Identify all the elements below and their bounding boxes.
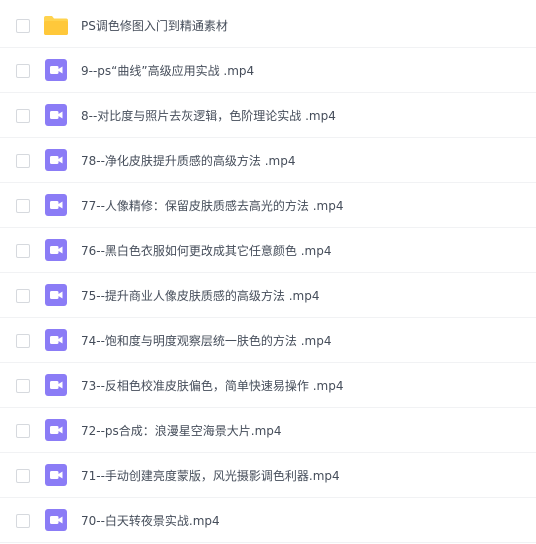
row-checkbox[interactable] <box>16 109 30 123</box>
row-checkbox[interactable] <box>16 514 30 528</box>
video-file-icon <box>45 464 67 486</box>
file-name[interactable]: 9--ps“曲线”高级应用实战 .mp4 <box>81 61 254 81</box>
video-file-icon <box>45 374 67 396</box>
video-file-icon <box>45 194 67 216</box>
video-file-icon <box>45 509 67 531</box>
row-checkbox[interactable] <box>16 424 30 438</box>
row-checkbox[interactable] <box>16 64 30 78</box>
list-item[interactable]: 8--对比度与照片去灰逻辑，色阶理论实战 .mp4 <box>0 93 536 138</box>
list-item[interactable]: 73--反相色校准皮肤偏色，简单快速易操作 .mp4 <box>0 363 536 408</box>
file-name[interactable]: 74--饱和度与明度观察层统一肤色的方法 .mp4 <box>81 331 332 351</box>
list-item[interactable]: 72--ps合成：浪漫星空海景大片.mp4 <box>0 408 536 453</box>
list-item[interactable]: 76--黑白色衣服如何更改成其它任意颜色 .mp4 <box>0 228 536 273</box>
video-file-icon <box>45 329 67 351</box>
video-file-icon <box>45 419 67 441</box>
file-name[interactable]: 72--ps合成：浪漫星空海景大片.mp4 <box>81 421 282 441</box>
file-list: PS调色修图入门到精通素材 9--ps“曲线”高级应用实战 .mp4 8--对比… <box>0 0 536 544</box>
list-item[interactable]: 77--人像精修：保留皮肤质感去高光的方法 .mp4 <box>0 183 536 228</box>
video-file-icon <box>45 149 67 171</box>
row-checkbox[interactable] <box>16 379 30 393</box>
file-name[interactable]: 75--提升商业人像皮肤质感的高级方法 .mp4 <box>81 286 320 306</box>
row-checkbox[interactable] <box>16 334 30 348</box>
row-checkbox[interactable] <box>16 154 30 168</box>
file-name[interactable]: 70--白天转夜景实战.mp4 <box>81 511 220 531</box>
row-checkbox[interactable] <box>16 244 30 258</box>
list-item[interactable]: 9--ps“曲线”高级应用实战 .mp4 <box>0 48 536 93</box>
file-name[interactable]: 73--反相色校准皮肤偏色，简单快速易操作 .mp4 <box>81 376 344 396</box>
list-item[interactable]: 78--净化皮肤提升质感的高级方法 .mp4 <box>0 138 536 183</box>
folder-icon <box>44 14 68 36</box>
video-file-icon <box>45 239 67 261</box>
list-item[interactable]: 74--饱和度与明度观察层统一肤色的方法 .mp4 <box>0 318 536 363</box>
video-file-icon <box>45 284 67 306</box>
file-name[interactable]: 78--净化皮肤提升质感的高级方法 .mp4 <box>81 151 296 171</box>
row-checkbox[interactable] <box>16 469 30 483</box>
list-item[interactable]: 71--手动创建亮度蒙版，风光摄影调色利器.mp4 <box>0 453 536 498</box>
list-item[interactable]: 75--提升商业人像皮肤质感的高级方法 .mp4 <box>0 273 536 318</box>
row-checkbox[interactable] <box>16 199 30 213</box>
list-item[interactable]: PS调色修图入门到精通素材 <box>0 3 536 48</box>
file-name[interactable]: PS调色修图入门到精通素材 <box>81 16 228 36</box>
video-file-icon <box>45 104 67 126</box>
video-file-icon <box>45 59 67 81</box>
list-item[interactable]: 70--白天转夜景实战.mp4 <box>0 498 536 543</box>
row-checkbox[interactable] <box>16 19 30 33</box>
file-name[interactable]: 76--黑白色衣服如何更改成其它任意颜色 .mp4 <box>81 241 332 261</box>
file-name[interactable]: 77--人像精修：保留皮肤质感去高光的方法 .mp4 <box>81 196 344 216</box>
row-checkbox[interactable] <box>16 289 30 303</box>
file-name[interactable]: 8--对比度与照片去灰逻辑，色阶理论实战 .mp4 <box>81 106 336 126</box>
file-name[interactable]: 71--手动创建亮度蒙版，风光摄影调色利器.mp4 <box>81 466 340 486</box>
